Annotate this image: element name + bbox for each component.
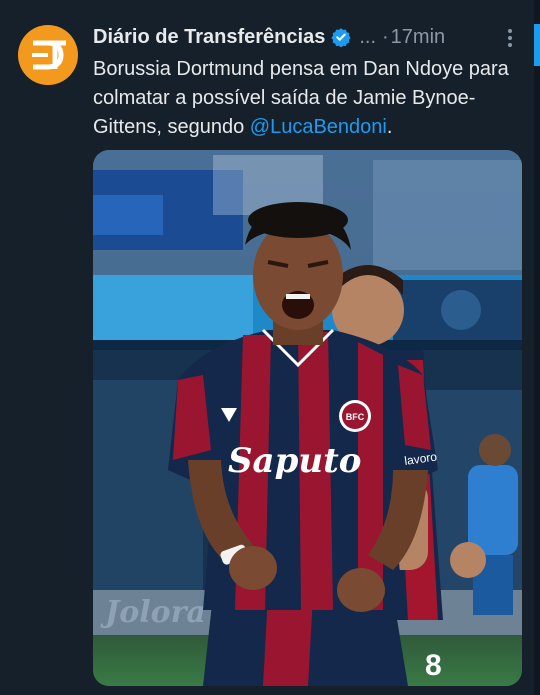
- more-options-icon[interactable]: [500, 26, 520, 50]
- scrollbar-track[interactable]: [534, 0, 540, 695]
- player-celebration-image: Jolora 8 BFC Saputo lavoro: [93, 150, 522, 686]
- separator-dot: ·: [382, 25, 389, 48]
- shirt-number: 8: [425, 649, 442, 682]
- tweet-photo[interactable]: Jolora 8 BFC Saputo lavoro: [93, 150, 522, 686]
- sponsor-logo: Saputo: [228, 441, 361, 481]
- tweet-body-end: .: [386, 116, 393, 138]
- author-name[interactable]: Diário de Transferências: [93, 26, 325, 49]
- board-text: Jolora: [100, 595, 206, 630]
- scrollbar-thumb[interactable]: [534, 24, 540, 66]
- club-crest: BFC: [346, 412, 365, 422]
- avatar[interactable]: [18, 25, 78, 85]
- verified-badge-icon: [331, 28, 351, 47]
- timestamp[interactable]: 17min: [391, 26, 445, 49]
- dt-logo-icon: [32, 40, 66, 70]
- tweet-header: Diário de Transferências ... · 17min: [93, 22, 523, 52]
- tweet-text: Borussia Dortmund pensa em Dan Ndoye par…: [93, 55, 518, 142]
- mention-link[interactable]: @LucaBendoni: [250, 116, 387, 138]
- author-handle[interactable]: ...: [359, 26, 376, 49]
